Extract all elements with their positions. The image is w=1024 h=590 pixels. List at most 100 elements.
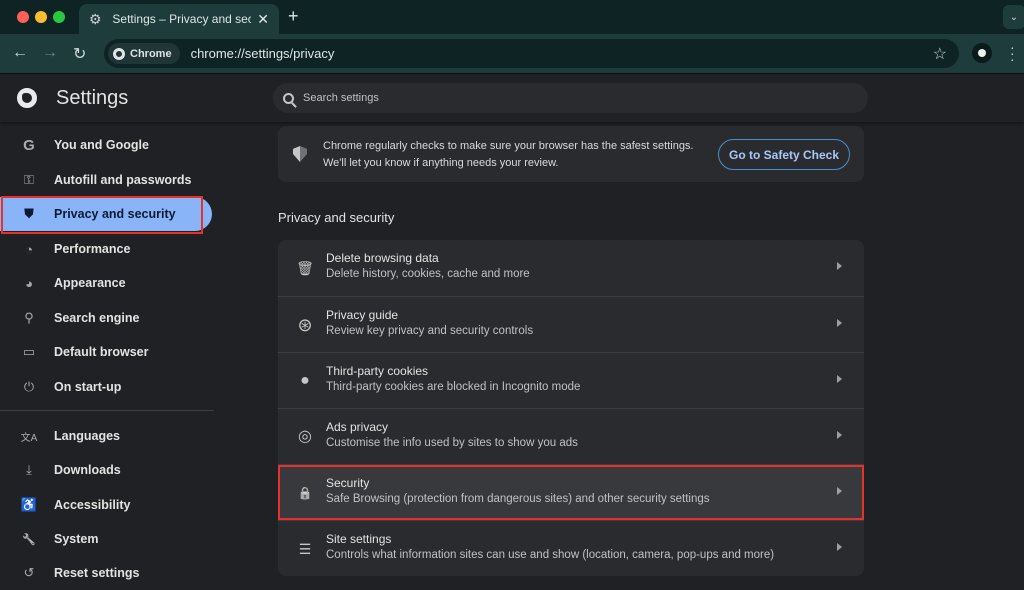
go-to-safety-check-button[interactable]: Go to Safety Check bbox=[718, 139, 850, 170]
chevron-right-icon bbox=[837, 543, 842, 551]
section-title: Privacy and security bbox=[278, 210, 395, 225]
tab-title: Settings – Privacy and securit bbox=[112, 12, 252, 26]
sidebar-item-label: Downloads bbox=[54, 463, 121, 477]
search-input[interactable] bbox=[303, 92, 843, 104]
tab-settings[interactable]: ⚙ Settings – Privacy and securit ✕ bbox=[79, 4, 279, 34]
browser-toolbar: ← → ↻ Chrome chrome://settings/privacy ☆… bbox=[0, 34, 1024, 74]
reload-button[interactable]: ↻ bbox=[73, 44, 86, 64]
sliders-icon: ☰ bbox=[298, 541, 312, 557]
settings-page: Settings G You and Google ⚿ Autofill and… bbox=[0, 74, 1024, 580]
row-subtitle: Controls what information sites can use … bbox=[326, 549, 775, 561]
address-bar[interactable]: Chrome chrome://settings/privacy ☆ bbox=[104, 39, 959, 68]
search-icon bbox=[283, 92, 294, 104]
sidebar: G You and Google ⚿ Autofill and password… bbox=[0, 122, 215, 580]
profile-avatar[interactable] bbox=[972, 43, 992, 63]
site-info-chip-label: Chrome bbox=[130, 47, 172, 60]
speedometer-icon: ◔ bbox=[25, 241, 33, 257]
list-item-delete-browsing-data[interactable]: 🗑 Delete browsing data Delete history, c… bbox=[278, 240, 864, 296]
sidebar-item-you-and-google[interactable]: G You and Google bbox=[0, 128, 212, 162]
translate-icon: 文A bbox=[20, 432, 38, 444]
chrome-logo-icon bbox=[17, 88, 37, 108]
list-item-third-party-cookies[interactable]: ● Third-party cookies Third-party cookie… bbox=[278, 352, 864, 408]
sidebar-item-label: Privacy and security bbox=[54, 207, 176, 221]
minimize-window-button[interactable] bbox=[35, 11, 47, 23]
row-subtitle: Third-party cookies are blocked in Incog… bbox=[326, 381, 581, 393]
sidebar-item-label: Autofill and passwords bbox=[54, 173, 192, 187]
row-title: Delete browsing data bbox=[326, 251, 439, 265]
sidebar-item-downloads[interactable]: ⤓ Downloads bbox=[0, 453, 212, 487]
person-icon bbox=[978, 49, 986, 57]
chevron-right-icon bbox=[837, 262, 842, 270]
chrome-logo-icon bbox=[113, 47, 125, 60]
sidebar-item-on-start-up[interactable]: ⏻ On start-up bbox=[0, 370, 212, 404]
list-item-site-settings[interactable]: ☰ Site settings Controls what informatio… bbox=[278, 520, 864, 576]
sidebar-item-privacy-and-security[interactable]: ⛊ Privacy and security bbox=[0, 197, 212, 231]
sidebar-item-autofill[interactable]: ⚿ Autofill and passwords bbox=[0, 163, 212, 197]
sidebar-item-languages[interactable]: 文A Languages bbox=[0, 419, 212, 453]
compass-icon: ⊛ bbox=[297, 315, 313, 335]
page-title: Settings bbox=[56, 87, 129, 109]
sidebar-item-system[interactable]: 🔧 System bbox=[0, 522, 212, 556]
key-icon: ⚿ bbox=[24, 172, 34, 187]
shield-icon bbox=[293, 146, 307, 162]
shield-icon: ⛊ bbox=[24, 206, 34, 221]
chevron-right-icon bbox=[837, 319, 842, 327]
power-icon: ⏻ bbox=[23, 379, 35, 394]
sidebar-item-label: Performance bbox=[54, 242, 131, 256]
download-icon: ⤓ bbox=[26, 462, 32, 477]
close-tab-icon[interactable]: ✕ bbox=[257, 11, 269, 28]
sidebar-item-label: System bbox=[54, 532, 99, 546]
search-icon: ⚲ bbox=[24, 310, 34, 325]
bookmark-star-icon[interactable]: ☆ bbox=[933, 44, 947, 64]
chevron-down-icon: ⌄ bbox=[1009, 11, 1019, 23]
privacy-settings-list: 🗑 Delete browsing data Delete history, c… bbox=[278, 240, 864, 576]
settings-header: Settings bbox=[0, 74, 1024, 122]
more-menu-icon[interactable]: · · · bbox=[1010, 40, 1016, 66]
search-bar[interactable] bbox=[273, 83, 868, 113]
maximize-window-button[interactable] bbox=[53, 11, 65, 23]
chevron-right-icon bbox=[837, 487, 842, 495]
sidebar-item-label: Appearance bbox=[54, 276, 126, 290]
sidebar-item-accessibility[interactable]: ♿ Accessibility bbox=[0, 488, 212, 522]
sidebar-item-label: On start-up bbox=[54, 380, 122, 394]
list-item-privacy-guide[interactable]: ⊛ Privacy guide Review key privacy and s… bbox=[278, 296, 864, 352]
chevron-right-icon bbox=[837, 375, 842, 383]
list-item-security[interactable]: 🔒 Security Safe Browsing (protection fro… bbox=[278, 464, 864, 520]
row-subtitle: Safe Browsing (protection from dangerous… bbox=[326, 493, 710, 505]
chevron-right-icon bbox=[837, 431, 842, 439]
sidebar-item-performance[interactable]: ◔ Performance bbox=[0, 232, 212, 266]
sidebar-item-reset-settings[interactable]: ↺ Reset settings bbox=[0, 556, 212, 590]
new-tab-button[interactable]: + bbox=[288, 6, 299, 27]
tab-search-button[interactable]: ⌄ bbox=[1003, 5, 1024, 29]
lock-icon: 🔒 bbox=[297, 486, 313, 500]
safety-check-card: Chrome regularly checks to make sure you… bbox=[278, 126, 864, 182]
forward-button[interactable]: → bbox=[42, 44, 58, 62]
list-item-ads-privacy[interactable]: ◎ Ads privacy Customise the info used by… bbox=[278, 408, 864, 464]
window-titlebar: ⚙ Settings – Privacy and securit ✕ + ⌄ bbox=[0, 0, 1024, 34]
sidebar-item-default-browser[interactable]: ▭ Default browser bbox=[0, 335, 212, 369]
sidebar-item-search-engine[interactable]: ⚲ Search engine bbox=[0, 301, 212, 335]
row-title: Site settings bbox=[326, 532, 392, 546]
accessibility-icon: ♿ bbox=[20, 497, 38, 512]
row-title: Privacy guide bbox=[326, 308, 399, 322]
gear-icon: ⚙ bbox=[89, 11, 102, 27]
reset-icon: ↺ bbox=[23, 565, 35, 580]
google-g-icon: G bbox=[23, 136, 35, 154]
trash-icon: 🗑 bbox=[296, 260, 314, 276]
close-window-button[interactable] bbox=[17, 11, 29, 23]
row-title: Security bbox=[326, 476, 370, 490]
back-button[interactable]: ← bbox=[12, 44, 28, 62]
wrench-icon: 🔧 bbox=[22, 533, 36, 546]
row-subtitle: Customise the info used by sites to show… bbox=[326, 437, 578, 449]
sidebar-item-label: You and Google bbox=[54, 138, 149, 152]
safety-check-message: Chrome regularly checks to make sure you… bbox=[323, 140, 694, 169]
site-info-chip[interactable]: Chrome bbox=[108, 43, 180, 64]
sidebar-item-appearance[interactable]: ◕ Appearance bbox=[0, 266, 212, 300]
row-subtitle: Delete history, cookies, cache and more bbox=[326, 268, 530, 280]
cookie-icon: ● bbox=[300, 372, 310, 389]
ads-target-icon: ◎ bbox=[298, 428, 312, 445]
url-text[interactable]: chrome://settings/privacy bbox=[191, 46, 335, 61]
sidebar-item-label: Reset settings bbox=[54, 566, 140, 580]
browser-window-icon: ▭ bbox=[22, 344, 36, 359]
sidebar-item-label: Search engine bbox=[54, 311, 140, 325]
